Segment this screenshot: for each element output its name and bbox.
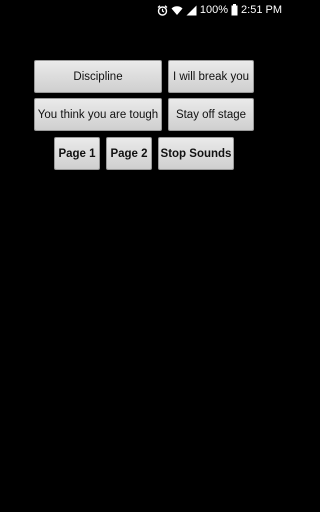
cellular-signal-icon [186,5,197,16]
think-tough-button[interactable]: You think you are tough [34,98,162,131]
discipline-button[interactable]: Discipline [34,60,162,93]
stay-off-stage-button[interactable]: Stay off stage [168,98,254,131]
alarm-icon [157,4,168,16]
wifi-icon [171,5,183,16]
battery-icon [231,4,238,16]
battery-percent: 100% [199,4,229,16]
status-bar: 100% 2:51 PM [0,0,288,20]
break-you-button[interactable]: I will break you [168,60,254,93]
page-1-button[interactable]: Page 1 [54,137,100,170]
page-2-button[interactable]: Page 2 [106,137,152,170]
stop-sounds-button[interactable]: Stop Sounds [158,137,234,170]
clock: 2:51 PM [241,4,282,16]
